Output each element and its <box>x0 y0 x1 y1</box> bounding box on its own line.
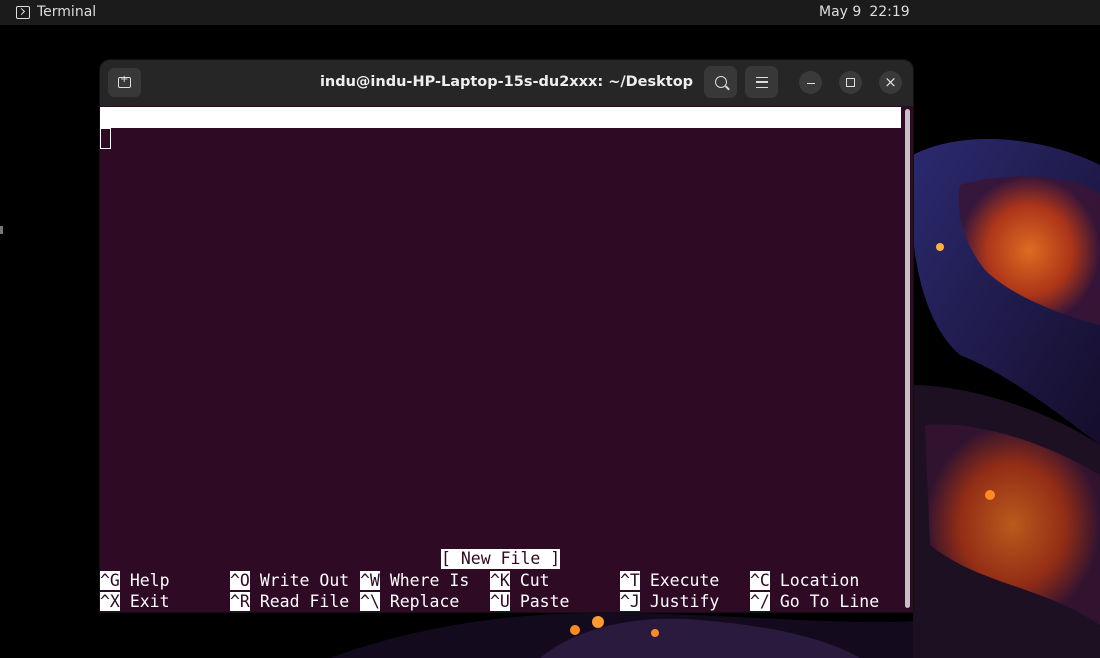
shortcut-cut[interactable]: ^K Cut <box>490 570 550 591</box>
shortcut-paste[interactable]: ^U Paste <box>490 591 569 612</box>
activities-app-menu[interactable]: Terminal <box>16 4 96 20</box>
shortcut-label: Cut <box>519 571 550 590</box>
close-icon: × <box>884 73 897 91</box>
wallpaper-spot <box>651 629 659 637</box>
title-bar[interactable]: indu@indu-HP-Laptop-15s-du2xxx: ~/Deskto… <box>100 60 913 106</box>
shortcut-key: ^T <box>620 571 640 590</box>
shortcut-replace[interactable]: ^\ Replace <box>360 591 459 612</box>
shortcut-location[interactable]: ^C Location <box>750 570 859 591</box>
shortcut-label: Where Is <box>389 571 470 590</box>
nano-filename: new.txt <box>491 150 561 169</box>
minimize-button[interactable] <box>799 71 822 94</box>
shortcut-label: Help <box>129 571 170 590</box>
shortcut-label: Replace <box>389 592 460 611</box>
shortcut-where-is[interactable]: ^W Where Is <box>360 570 469 591</box>
shortcut-key: ^G <box>100 571 120 590</box>
nano-editor[interactable]: GNU nano 7.2 new.txt [ New File ] ^G Hel… <box>100 106 903 612</box>
shortcut-label: Execute <box>649 571 720 590</box>
search-button[interactable] <box>704 66 737 98</box>
shortcut-go-to-line[interactable]: ^/ Go To Line <box>750 591 879 612</box>
shortcut-justify[interactable]: ^J Justify <box>620 591 719 612</box>
wallpaper-spot <box>570 625 580 635</box>
minimize-icon <box>806 82 815 85</box>
shortcut-read-file[interactable]: ^R Read File <box>230 591 349 612</box>
wallpaper-spot <box>985 490 995 500</box>
shortcut-label: Location <box>779 571 860 590</box>
shortcut-key: ^\ <box>360 592 380 611</box>
shortcut-label: Justify <box>649 592 720 611</box>
wallpaper-spot <box>592 616 604 628</box>
shortcut-label: Exit <box>129 592 170 611</box>
menu-icon <box>755 76 768 88</box>
terminal-window[interactable]: indu@indu-HP-Laptop-15s-du2xxx: ~/Deskto… <box>100 60 913 612</box>
shortcut-key: ^J <box>620 592 640 611</box>
nano-version: GNU nano 7.2 <box>121 129 241 148</box>
terminal-icon <box>16 5 30 19</box>
close-button[interactable]: × <box>879 71 902 94</box>
window-title: indu@indu-HP-Laptop-15s-du2xxx: ~/Deskto… <box>319 74 694 90</box>
search-icon <box>714 76 727 88</box>
nano-status: [ New File ] <box>441 549 561 569</box>
menu-button[interactable] <box>745 66 778 98</box>
shortcut-key: ^U <box>490 592 510 611</box>
shortcut-key: ^R <box>230 592 250 611</box>
shortcut-label: Go To Line <box>779 592 880 611</box>
nano-header-bar: GNU nano 7.2 new.txt <box>100 107 901 169</box>
shortcut-key: ^K <box>490 571 510 590</box>
clock-time: 22:19 <box>869 4 910 20</box>
shortcut-help[interactable]: ^G Help <box>100 570 170 591</box>
shortcut-label: Paste <box>519 592 570 611</box>
text-cursor[interactable] <box>100 128 111 149</box>
wallpaper-spot <box>936 243 944 251</box>
shortcut-key: ^C <box>750 571 770 590</box>
shortcut-label: Read File <box>259 592 350 611</box>
shortcut-key: ^W <box>360 571 380 590</box>
maximize-button[interactable] <box>839 71 862 94</box>
shortcut-label: Write Out <box>259 571 350 590</box>
clock-date: May 9 <box>819 4 862 20</box>
scrollbar-thumb[interactable] <box>905 109 910 608</box>
maximize-icon <box>846 78 855 87</box>
app-name: Terminal <box>37 4 97 20</box>
shortcut-key: ^O <box>230 571 250 590</box>
shortcut-exit[interactable]: ^X Exit <box>100 591 170 612</box>
clock[interactable]: May 9 22:19 <box>819 4 910 20</box>
top-bar: Terminal May 9 22:19 <box>0 0 1100 25</box>
shortcut-key: ^X <box>100 592 120 611</box>
shortcut-write-out[interactable]: ^O Write Out <box>230 570 349 591</box>
shortcut-execute[interactable]: ^T Execute <box>620 570 719 591</box>
shortcut-key: ^/ <box>750 592 770 611</box>
scrollbar[interactable] <box>903 107 911 610</box>
